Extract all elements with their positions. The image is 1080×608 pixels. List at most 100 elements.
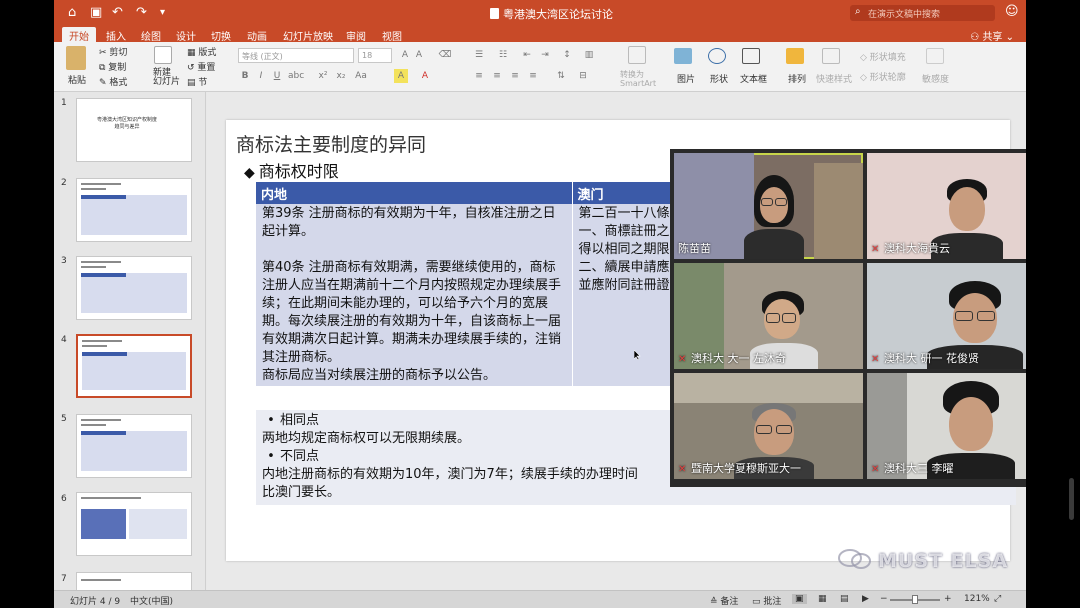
paste-icon[interactable] (66, 46, 86, 70)
tab-draw[interactable]: 绘图 (141, 28, 161, 43)
numbering-icon[interactable]: ☷ (496, 48, 510, 62)
table-cell-mainland[interactable]: 第39条 注册商标的有效期为十年，自核准注册之日起计算。 第40条 注册商标有效… (256, 204, 573, 386)
paste-label[interactable]: 粘贴 (68, 73, 86, 86)
slide-thumbnail-3[interactable] (76, 256, 192, 320)
highlight-icon[interactable]: A (394, 69, 408, 83)
section-label: 节 (198, 78, 208, 88)
tab-slideshow[interactable]: 幻灯片放映 (283, 28, 333, 43)
strike-icon[interactable]: abc (288, 69, 304, 83)
font-size-select[interactable]: 18 (358, 48, 392, 63)
comments-button[interactable]: ▭ 批注 (752, 594, 781, 607)
slide-subtitle[interactable]: ◆ 商标权时限 (244, 158, 339, 182)
search-input[interactable]: ⌕ 在演示文稿中搜索 (850, 5, 995, 21)
undo-icon[interactable]: ↶ (112, 5, 123, 20)
tab-insert[interactable]: 插入 (106, 28, 126, 43)
shape-label[interactable]: 形状 (710, 72, 728, 85)
participant-tile-1[interactable]: 陈苗苗 (674, 153, 863, 259)
align-right-icon[interactable]: ≡ (508, 69, 522, 83)
layout-button[interactable]: ▦ 版式 (187, 45, 216, 58)
sensitivity-label[interactable]: 敏感度 (922, 72, 949, 85)
search-icon: ⌕ (855, 6, 861, 17)
align-left-icon[interactable]: ≡ (472, 69, 486, 83)
slide-thumbnail-4[interactable] (76, 334, 192, 398)
mainland-article-39: 第39条 注册商标的有效期为十年，自核准注册之日起计算。 (262, 206, 556, 239)
tab-review[interactable]: 审阅 (346, 28, 366, 43)
text-direction-icon[interactable]: ⇅ (554, 69, 568, 83)
tab-design[interactable]: 设计 (176, 28, 196, 43)
save-icon[interactable]: ▣ (90, 5, 102, 20)
zoom-level[interactable]: 121% (964, 594, 990, 604)
sensitivity-icon[interactable] (926, 48, 944, 64)
slide-thumbnail-6[interactable] (76, 492, 192, 556)
comments-label: 批注 (763, 597, 782, 607)
participant-tile-5[interactable]: ✕ 暨南大学夏穆斯亚大一 (674, 373, 863, 479)
quick-styles-icon[interactable] (822, 48, 840, 64)
copy-button[interactable]: ⧉ 复制 (99, 60, 126, 73)
picture-label[interactable]: 图片 (677, 72, 695, 85)
reset-button[interactable]: ↺ 重置 (187, 60, 215, 73)
tab-transitions[interactable]: 切换 (211, 28, 231, 43)
search-placeholder: 在演示文稿中搜索 (868, 10, 941, 20)
sorter-view-icon[interactable]: ▦ (818, 594, 827, 604)
underline-icon[interactable]: U (270, 69, 284, 83)
zoom-slider-thumb[interactable] (912, 595, 918, 604)
indent-icon[interactable]: ⇥ (538, 48, 552, 62)
font-name-select[interactable]: 等线 (正文) (238, 48, 354, 63)
shape-outline-button[interactable]: ◇ 形状轮廓 (860, 70, 906, 83)
slide-thumbnail-7[interactable] (76, 572, 192, 590)
shape-icon[interactable] (708, 48, 726, 64)
home-icon[interactable]: ⌂ (68, 5, 76, 20)
new-slide-icon[interactable] (154, 46, 172, 64)
participant-name: ✕ 暨南大学夏穆斯亚大一 (678, 460, 801, 476)
align-center-icon[interactable]: ≡ (490, 69, 504, 83)
format-painter-button[interactable]: ✎ 格式 (99, 75, 127, 88)
redo-icon[interactable]: ↷ (136, 5, 147, 20)
bullets-icon[interactable]: ☰ (472, 48, 486, 62)
superscript-icon[interactable]: x² (316, 69, 330, 83)
language-indicator[interactable]: 中文(中国) (130, 594, 173, 607)
reading-view-icon[interactable]: ▤ (840, 594, 849, 604)
font-color-icon[interactable]: A (418, 69, 432, 83)
bold-icon[interactable]: B (238, 69, 252, 83)
notes-button[interactable]: ≙ 备注 (710, 594, 738, 607)
subscript-icon[interactable]: x₂ (334, 69, 348, 83)
convert-smartart-label[interactable]: 转换为 SmartArt (620, 70, 656, 88)
clear-format-icon[interactable]: ⌫ (438, 48, 452, 62)
share-button[interactable]: ⚇ 共享 ⌄ (970, 28, 1014, 43)
slideshow-view-icon[interactable]: ▶ (862, 594, 869, 604)
arrange-icon[interactable] (786, 48, 804, 64)
participant-tile-3[interactable]: ✕ 澳科大 大一 左沐奇 (674, 263, 863, 369)
align-text-icon[interactable]: ⊟ (576, 69, 590, 83)
italic-icon[interactable]: I (254, 69, 268, 83)
slide-thumbnail-5[interactable] (76, 414, 192, 478)
fit-slide-icon[interactable]: ⤢ (994, 594, 1001, 604)
justify-icon[interactable]: ≡ (526, 69, 540, 83)
tab-home[interactable]: 开始 (62, 27, 96, 43)
shape-fill-button[interactable]: ◇ 形状填充 (860, 50, 906, 63)
decrease-font-icon[interactable]: A (412, 48, 426, 62)
slide-thumbnail-2[interactable] (76, 178, 192, 242)
customize-icon[interactable]: ▾ (160, 7, 165, 18)
picture-icon[interactable] (674, 48, 692, 64)
textbox-icon[interactable] (742, 48, 760, 64)
tab-view[interactable]: 视图 (382, 28, 402, 43)
increase-font-icon[interactable]: A (398, 48, 412, 62)
case-icon[interactable]: Aa (354, 69, 368, 83)
tab-animations[interactable]: 动画 (247, 28, 267, 43)
section-button[interactable]: ▤ 节 (187, 75, 207, 88)
line-spacing-icon[interactable]: ↕ (560, 48, 574, 62)
textbox-label[interactable]: 文本框 (740, 72, 767, 85)
zoom-in-icon[interactable]: + (944, 594, 952, 604)
new-slide-label[interactable]: 新建 幻灯片 (153, 69, 180, 87)
arrange-label[interactable]: 排列 (788, 72, 806, 85)
slide-thumbnail-1[interactable]: 粤港澳大湾区知识产权制度 趋同与差异 (76, 98, 192, 162)
normal-view-icon[interactable]: ▣ (792, 594, 807, 604)
columns-icon[interactable]: ▥ (582, 48, 596, 62)
account-icon[interactable]: ☺ (1005, 4, 1019, 21)
zoom-out-icon[interactable]: − (880, 594, 888, 604)
cut-button[interactable]: ✂ 剪切 (99, 45, 127, 58)
slide-title[interactable]: 商标法主要制度的异同 (236, 130, 426, 157)
quick-styles-label[interactable]: 快速样式 (816, 72, 852, 85)
outdent-icon[interactable]: ⇤ (520, 48, 534, 62)
smartart-icon[interactable] (628, 46, 646, 64)
